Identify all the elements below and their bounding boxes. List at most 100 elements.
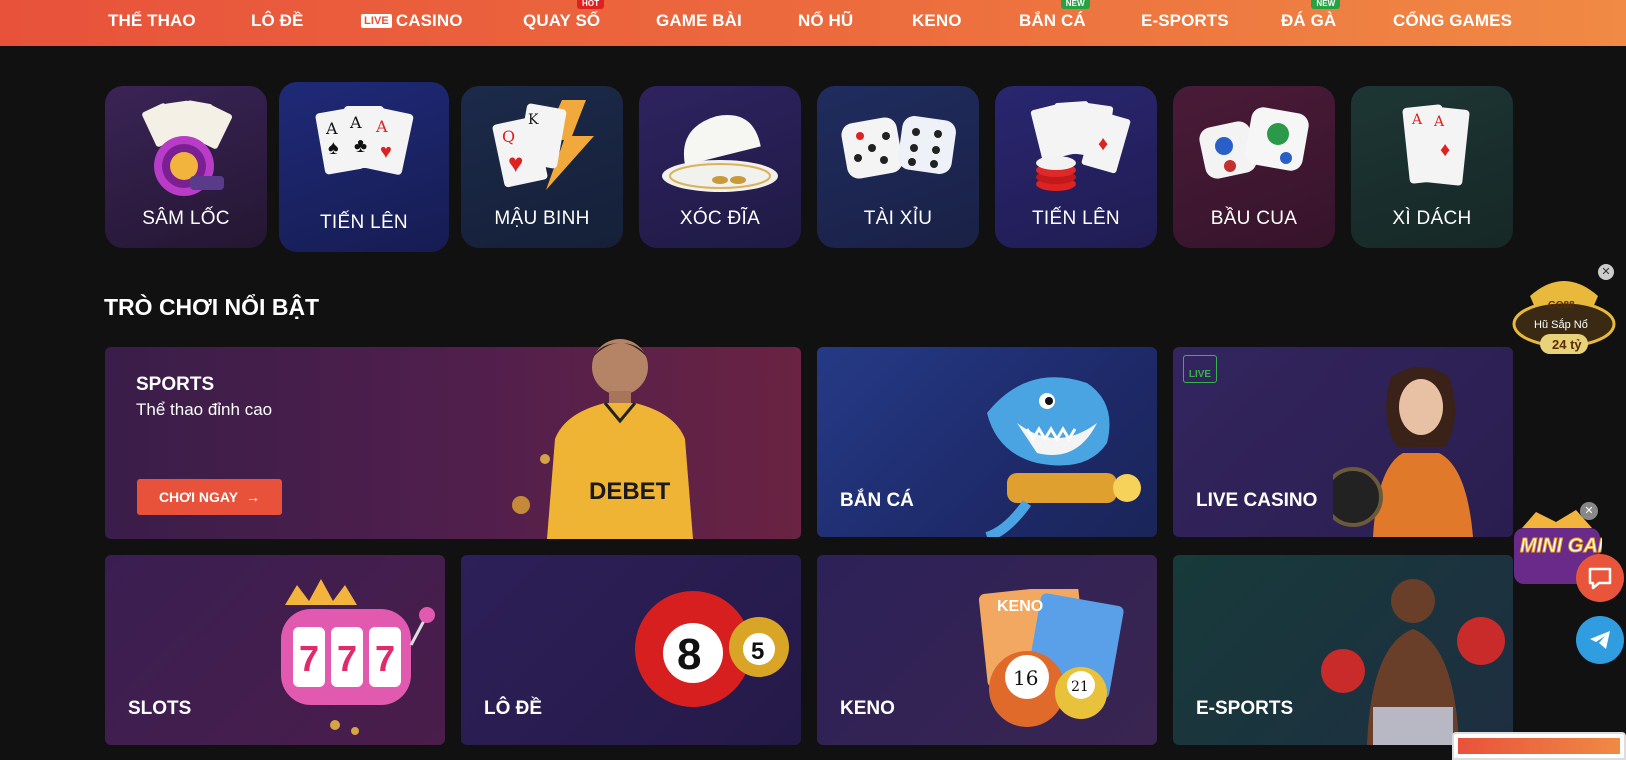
card-label: MẬU BINH bbox=[494, 208, 590, 229]
nav-label: LÔ ĐỀ bbox=[251, 11, 304, 30]
telegram-icon bbox=[1590, 631, 1610, 649]
boxer-image bbox=[1321, 579, 1505, 745]
keno-ball-number: 21 bbox=[1071, 679, 1089, 695]
preview-header bbox=[1458, 738, 1620, 754]
nav-label: NỔ HŨ bbox=[798, 11, 854, 30]
sports-title: SPORTS bbox=[136, 374, 215, 395]
svg-text:A: A bbox=[1411, 112, 1423, 128]
nav-cong-games[interactable]: CỔNG GAMES bbox=[1393, 11, 1512, 31]
card-label: TÀI XỈU bbox=[863, 208, 933, 229]
nav-label: GAME BÀI bbox=[656, 11, 742, 30]
new-badge: NEW bbox=[1060, 0, 1090, 9]
footballer-image: DEBET bbox=[512, 339, 693, 539]
svg-text:7: 7 bbox=[299, 638, 319, 679]
game-card-xi-dach[interactable]: A A ♦ XÌ DÁCH bbox=[1351, 86, 1513, 248]
ball-number: 8 bbox=[677, 630, 701, 679]
tile-label: BẮN CÁ bbox=[840, 490, 914, 511]
lottery-balls-image: 8 5 bbox=[635, 591, 789, 707]
dice-icon bbox=[841, 116, 956, 179]
nav-label: CASINO bbox=[395, 11, 463, 30]
svg-text:♠: ♠ bbox=[328, 137, 339, 159]
game-card-bau-cua[interactable]: BẦU CUA bbox=[1173, 86, 1335, 248]
close-minigame-icon[interactable]: ✕ bbox=[1580, 502, 1598, 520]
new-badge: NEW bbox=[1311, 0, 1341, 9]
tile-keno[interactable]: KENO 16 21 KENO bbox=[817, 555, 1157, 745]
tile-lo-de[interactable]: 8 5 LÔ ĐỀ bbox=[461, 555, 801, 745]
two-aces-icon: A A ♦ bbox=[1402, 104, 1470, 186]
hot-badge: HOT bbox=[577, 0, 605, 9]
keno-ball-number: 16 bbox=[1013, 666, 1038, 690]
nav-label: THỂ THAO bbox=[108, 11, 196, 30]
svg-text:♦: ♦ bbox=[1098, 133, 1108, 155]
tile-ban-ca[interactable]: BẮN CÁ bbox=[817, 347, 1157, 537]
game-card-tien-len-2[interactable]: ♦ TIẾN LÊN bbox=[995, 86, 1157, 248]
dealer-image bbox=[1333, 367, 1473, 537]
sports-subtitle: Thể thao đỉnh cao bbox=[136, 400, 273, 419]
game-card-mau-binh[interactable]: Q K ♥ MẬU BINH bbox=[461, 86, 623, 248]
card-label: TIẾN LÊN bbox=[320, 212, 408, 233]
chat-button[interactable] bbox=[1576, 554, 1624, 602]
svg-text:A: A bbox=[1433, 114, 1445, 130]
nav-e-sports[interactable]: E-SPORTS bbox=[1141, 11, 1229, 31]
nav-label: KENO bbox=[912, 11, 962, 30]
telegram-button[interactable] bbox=[1576, 616, 1624, 664]
card-label: XÌ DÁCH bbox=[1392, 208, 1472, 229]
nav-da-ga[interactable]: ĐÁ GÀ NEW bbox=[1281, 0, 1341, 31]
tile-slots[interactable]: 7 7 7 SLOTS bbox=[105, 555, 445, 745]
chip-cards-icon bbox=[142, 100, 233, 196]
nav-label: CỔNG GAMES bbox=[1393, 11, 1513, 30]
keno-card-label: KENO bbox=[997, 598, 1043, 615]
section-title: TRÒ CHƠI NỔI BẬT bbox=[104, 294, 320, 320]
live-icon: LIVE bbox=[1183, 355, 1217, 383]
chat-icon bbox=[1588, 567, 1612, 590]
cards-lightning-icon: Q K ♥ bbox=[492, 100, 594, 190]
svg-text:7: 7 bbox=[337, 638, 357, 679]
jackpot-brand: GO88 bbox=[1548, 300, 1575, 311]
svg-text:♥: ♥ bbox=[508, 148, 523, 178]
svg-text:♣: ♣ bbox=[354, 135, 367, 157]
play-now-label: CHƠI NGAY bbox=[158, 489, 239, 505]
jackpot-widget[interactable]: GO88 Hũ Sắp Nổ 24 tỷ bbox=[1512, 266, 1616, 362]
tile-label: E-SPORTS bbox=[1196, 698, 1294, 719]
jackpot-text: Hũ Sắp Nổ bbox=[1534, 318, 1588, 331]
jackpot-amount: 24 tỷ bbox=[1552, 337, 1582, 352]
game-card-tien-len[interactable]: A A A ♠ ♣ ♥ TIẾN LÊN bbox=[279, 82, 449, 252]
shark-image bbox=[985, 377, 1141, 537]
game-card-tai-xiu[interactable]: TÀI XỈU bbox=[817, 86, 979, 248]
animal-dice-icon bbox=[1199, 107, 1309, 179]
cards-chips-icon: ♦ bbox=[1030, 101, 1131, 191]
tile-live-casino[interactable]: LIVE LIVE CASINO bbox=[1173, 347, 1513, 537]
nav-quay-so[interactable]: QUAY SỐ HOT bbox=[523, 0, 605, 31]
svg-text:A: A bbox=[325, 119, 338, 138]
close-jackpot-icon[interactable]: ✕ bbox=[1598, 264, 1614, 280]
nav-keno[interactable]: KENO bbox=[912, 11, 962, 31]
nav-label: ĐÁ GÀ bbox=[1281, 11, 1337, 30]
preview-thumbnail[interactable] bbox=[1452, 732, 1626, 760]
game-card-xoc-dia[interactable]: XÓC ĐĨA bbox=[639, 86, 801, 248]
svg-text:A: A bbox=[375, 117, 388, 136]
svg-text:♦: ♦ bbox=[1440, 139, 1450, 161]
card-label: BẦU CUA bbox=[1210, 208, 1298, 229]
play-now-button[interactable]: CHƠI NGAY → bbox=[137, 479, 282, 515]
tile-e-sports[interactable]: E-SPORTS bbox=[1173, 555, 1513, 745]
nav-game-bai[interactable]: GAME BÀI bbox=[656, 11, 742, 31]
svg-text:♥: ♥ bbox=[380, 141, 392, 163]
card-label: TIẾN LÊN bbox=[1032, 208, 1120, 229]
tile-label: KENO bbox=[840, 698, 895, 719]
game-card-sam-loc[interactable]: SÂM LỐC bbox=[105, 86, 267, 248]
tile-label: SLOTS bbox=[128, 698, 192, 719]
nav-no-hu[interactable]: NỔ HŨ bbox=[798, 11, 853, 31]
keno-card-image: KENO 16 21 bbox=[978, 589, 1124, 727]
card-label: SÂM LỐC bbox=[142, 208, 230, 229]
sports-banner[interactable]: SPORTS Thể thao đỉnh cao DEBET CHƠI NGAY… bbox=[105, 339, 801, 539]
nav-ban-ca[interactable]: BẮN CÁ NEW bbox=[1019, 0, 1090, 31]
nav-the-thao[interactable]: THỂ THAO bbox=[108, 11, 196, 31]
nav-lo-de[interactable]: LÔ ĐỀ bbox=[251, 11, 303, 31]
tile-label: LIVE CASINO bbox=[1196, 490, 1318, 511]
jackpot-icon: GO88 Hũ Sắp Nổ 24 tỷ bbox=[1512, 281, 1616, 354]
live-tag: LIVE bbox=[361, 14, 392, 28]
nav-live-casino[interactable]: LIVE CASINO bbox=[361, 11, 463, 31]
nav-label: BẮN CÁ bbox=[1019, 11, 1086, 30]
jersey-sponsor: DEBET bbox=[589, 478, 671, 505]
minigame-text: MINI GAME bbox=[1520, 535, 1602, 557]
